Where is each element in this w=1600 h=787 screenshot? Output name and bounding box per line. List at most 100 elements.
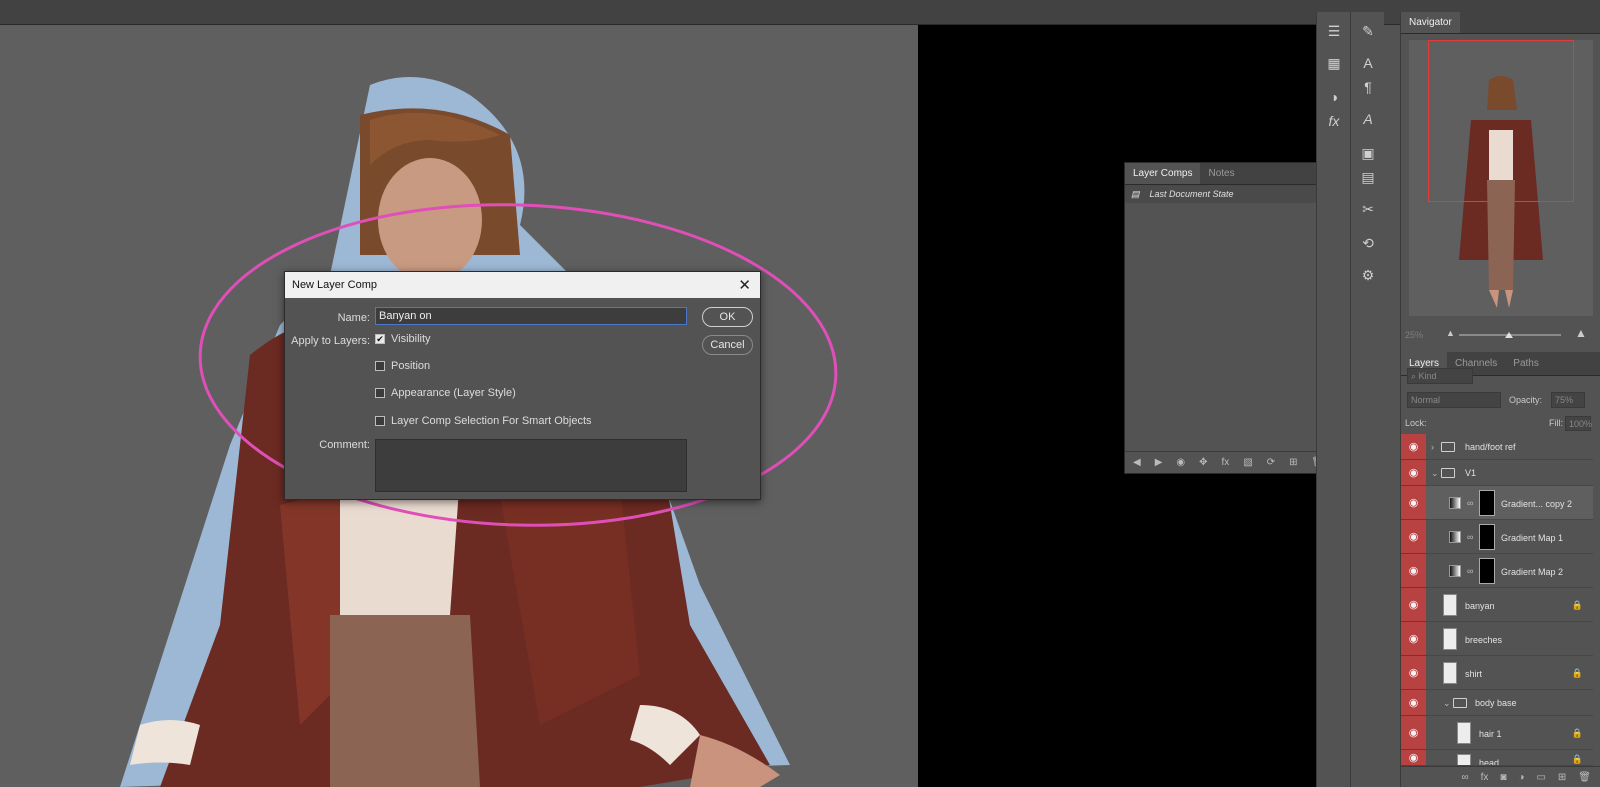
eye-icon[interactable]: ◉ [1401,690,1426,715]
eye-icon[interactable]: ◉ [1401,460,1426,485]
lock-label: Lock: [1405,418,1427,428]
new-comp-icon[interactable]: ⊞ [1289,457,1297,468]
eye-icon[interactable]: ◉ [1401,486,1426,519]
layer-name: shirt [1465,669,1483,679]
fx-icon[interactable]: fx [1222,457,1230,468]
layer-comp-row[interactable]: ▤ Last Document State [1125,185,1316,203]
adjustment-layer-icon[interactable]: ◑ [1518,772,1524,783]
eye-icon[interactable]: ◉ [1401,750,1426,765]
lock-icon: 🔒 [1571,668,1583,678]
zoom-value[interactable]: 25% [1405,330,1423,340]
ok-button[interactable]: OK [702,307,753,327]
panel-dock-tools: ✎ A ¶ A ▣ ▤ ✂ ⟲ ⚙ [1350,12,1384,787]
position-checkbox[interactable]: Position [375,360,430,372]
name-input[interactable] [375,307,687,325]
fx-icon[interactable]: fx [1481,772,1489,783]
eye-icon[interactable]: ◉ [1401,716,1426,749]
document-icon: ▤ [1131,188,1140,199]
dialog-titlebar: New Layer Comp [285,272,760,298]
previous-comp-icon[interactable]: ◀ [1133,457,1141,468]
zoom-out-icon[interactable]: ▲ [1446,328,1455,338]
layer-row[interactable]: ◉ ⌄ body base [1401,690,1593,716]
zoom-in-icon[interactable]: ▲ [1575,326,1587,340]
blend-mode-select[interactable]: Normal [1407,392,1501,408]
layer-mask-thumbnail[interactable] [1479,490,1495,516]
appearance-checkbox[interactable]: Appearance (Layer Style) [375,387,516,399]
glyphs-icon[interactable]: A [1356,108,1380,130]
eye-icon[interactable]: ◉ [1401,656,1426,689]
tools-icon[interactable]: ✂ [1356,198,1380,220]
visibility-checkbox[interactable]: ✔ Visibility [375,333,431,345]
cancel-button[interactable]: Cancel [702,335,753,355]
tab-notes[interactable]: Notes [1200,163,1242,184]
folder-icon [1453,698,1467,708]
add-mask-icon[interactable]: ◙ [1500,772,1506,783]
layer-mask-thumbnail[interactable] [1479,558,1495,584]
layer-thumbnail [1443,628,1457,650]
comment-textarea[interactable] [375,439,687,492]
paragraph-icon[interactable]: ¶ [1356,76,1380,98]
tab-layer-comps[interactable]: Layer Comps [1125,163,1201,184]
layers-panel: Layers Channels Paths ⌕ Kind Normal Opac… [1400,352,1600,787]
brush-icon[interactable]: ✎ [1356,20,1380,42]
canvas-area[interactable]: New Layer Comp ✕ Name: Apply to Layers: … [0,25,1316,787]
position-icon[interactable]: ✥ [1199,457,1207,468]
notes-icon[interactable]: ▤ [1356,166,1380,188]
tab-paths[interactable]: Paths [1505,352,1547,375]
close-icon[interactable]: ✕ [738,276,751,294]
history-icon[interactable]: ⟲ [1356,232,1380,254]
layer-row[interactable]: ◉ head 🔒 [1401,750,1593,766]
checkbox-box [375,388,385,398]
layer-row[interactable]: ◉ breeches [1401,622,1593,656]
layer-row[interactable]: ◉ › hand/foot ref [1401,434,1593,460]
eye-icon[interactable]: ◉ [1401,520,1426,553]
layer-row[interactable]: ◉ ∞ Gradient Map 2 [1401,554,1593,588]
layer-comps-icon[interactable]: ▣ [1356,142,1380,164]
tab-navigator[interactable]: Navigator [1401,12,1460,33]
styles-icon[interactable]: fx [1322,110,1346,132]
sliders-icon[interactable]: ⚙ [1356,264,1380,286]
eye-icon[interactable]: ◉ [1401,622,1426,655]
visibility-icon[interactable]: ◉ [1176,457,1185,468]
layer-row-selected[interactable]: ◉ ∞ Gradient... copy 2 [1401,486,1593,520]
next-comp-icon[interactable]: ▶ [1155,457,1163,468]
eye-icon[interactable]: ◉ [1401,588,1426,621]
layer-name: body base [1475,698,1517,708]
grid-icon[interactable]: ▦ [1322,52,1346,74]
eye-icon[interactable]: ◉ [1401,434,1426,459]
adjustments-icon[interactable]: ◑ [1322,86,1346,108]
link-layers-icon[interactable]: ∞ [1461,772,1468,783]
opacity-input[interactable]: 75% [1551,392,1585,408]
chevron-down-icon[interactable]: ⌄ [1431,468,1439,479]
character-icon[interactable]: A [1356,52,1380,74]
layer-row[interactable]: ◉ ∞ Gradient Map 1 [1401,520,1593,554]
filter-kind-select[interactable]: ⌕ Kind [1407,368,1473,384]
checkbox-box [375,416,385,426]
layer-mask-thumbnail[interactable] [1479,524,1495,550]
smart-object-icon[interactable]: ▧ [1243,457,1252,468]
delete-icon[interactable]: 🗑 [1578,772,1591,783]
update-icon[interactable]: ⟳ [1267,457,1275,468]
fill-input[interactable]: 100% [1565,416,1592,431]
link-icon: ∞ [1467,566,1474,576]
chevron-right-icon[interactable]: › [1431,442,1434,452]
name-label: Name: [337,312,370,324]
layer-row[interactable]: ◉ ⌄ V1 [1401,460,1593,486]
layer-row[interactable]: ◉ shirt 🔒 [1401,656,1593,690]
layer-row[interactable]: ◉ banyan 🔒 [1401,588,1593,622]
position-label: Position [391,360,431,372]
eye-icon[interactable]: ◉ [1401,554,1426,587]
layer-comps-tabs: Layer Comps Notes ≡ [1125,163,1316,185]
new-layer-icon[interactable]: ⊞ [1558,772,1566,783]
visibility-label: Visibility [391,333,431,345]
smart-objects-checkbox[interactable]: Layer Comp Selection For Smart Objects [375,415,592,427]
appearance-label: Appearance (Layer Style) [391,387,516,399]
layer-row[interactable]: ◉ hair 1 🔒 [1401,716,1593,750]
new-group-icon[interactable]: ▭ [1536,772,1545,783]
navigator-view-box[interactable] [1428,40,1574,202]
gradient-map-icon [1449,531,1461,543]
chevron-down-icon[interactable]: ⌄ [1443,698,1451,709]
properties-icon[interactable]: ☰ [1322,20,1346,42]
layer-name: V1 [1465,468,1477,478]
zoom-slider-knob[interactable] [1505,332,1513,338]
